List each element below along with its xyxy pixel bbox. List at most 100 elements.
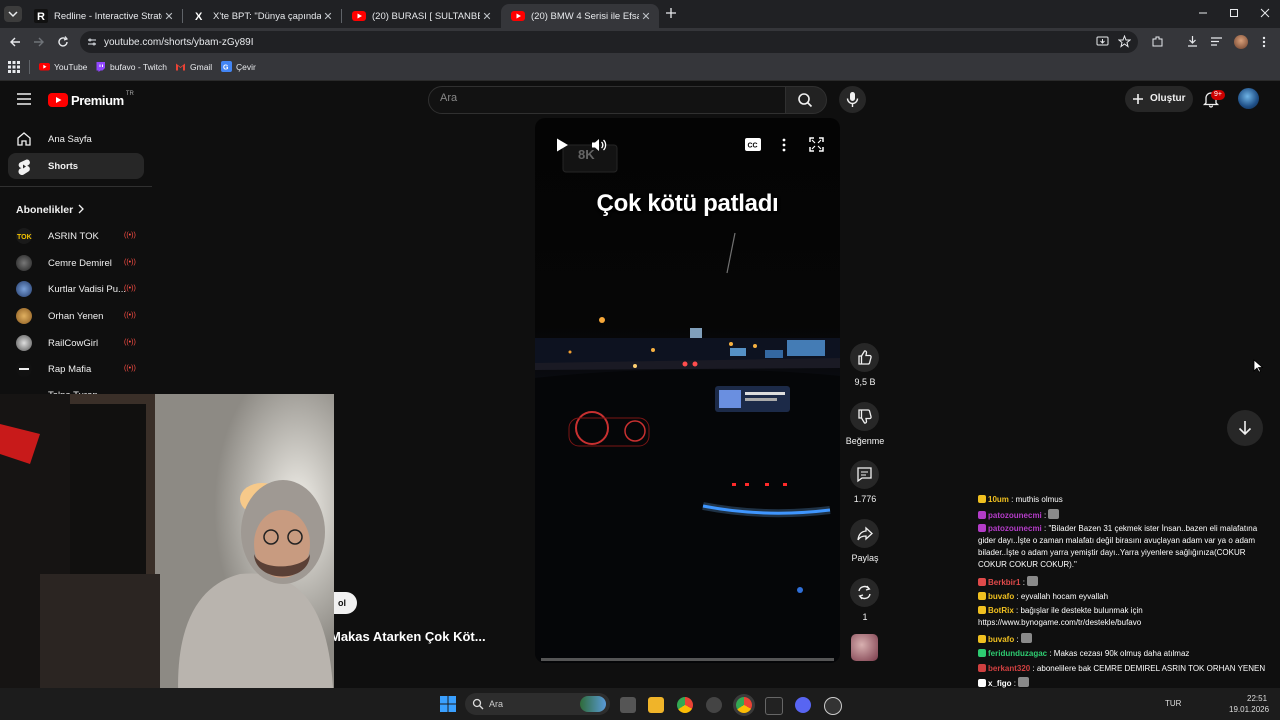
new-tab-button[interactable] [664, 6, 678, 20]
channel-avatar[interactable] [16, 335, 32, 351]
language-indicator[interactable]: TUR [1165, 699, 1181, 708]
dislike-button[interactable] [850, 402, 879, 431]
reading-list-icon[interactable] [1210, 35, 1223, 48]
channel-avatar[interactable] [16, 361, 32, 377]
window-close-button[interactable] [1258, 6, 1272, 20]
chrome-icon[interactable] [677, 697, 693, 713]
channel-avatar[interactable] [16, 255, 32, 271]
start-button[interactable] [440, 696, 456, 712]
play-button[interactable] [554, 137, 570, 153]
task-view-icon[interactable] [620, 697, 636, 713]
sidebar-item-channel[interactable]: Rap Mafia [48, 364, 91, 375]
browser-tab-3[interactable]: (20) BURASI [ SULTANBEYLİ ] D ✕ [342, 4, 500, 28]
close-tab-icon[interactable]: ✕ [162, 10, 176, 23]
sidebar-item-channel[interactable]: Kurtlar Vadisi Pu... [48, 284, 126, 295]
media-player-icon[interactable] [824, 697, 842, 715]
forward-button[interactable] [32, 35, 46, 49]
install-app-icon[interactable] [1096, 36, 1109, 48]
bookmark-translate[interactable]: G Çevir [221, 61, 256, 72]
channel-avatar[interactable]: TOK [16, 228, 32, 244]
video-title[interactable]: Makas Atarken Çok Köt... [330, 629, 486, 644]
mouse-cursor-icon [1253, 359, 1263, 373]
share-button[interactable] [850, 519, 879, 548]
steam-icon[interactable] [706, 697, 722, 713]
search-icon [472, 698, 484, 710]
extensions-icon[interactable] [1151, 35, 1164, 48]
fullscreen-button[interactable] [809, 137, 824, 152]
chat-username: patozounecmi [988, 511, 1042, 520]
downloads-icon[interactable] [1186, 35, 1199, 48]
search-icon [798, 93, 813, 108]
next-video-button[interactable] [1227, 410, 1263, 446]
url-text[interactable]: youtube.com/shorts/ybam-zGy89I [104, 37, 254, 48]
site-info-icon[interactable] [86, 36, 98, 48]
remix-icon [858, 585, 871, 600]
chat-badge-icon [978, 606, 986, 614]
redline-favicon: R [34, 9, 48, 23]
discord-icon[interactable] [795, 697, 811, 713]
window-restore-button[interactable] [1227, 6, 1241, 20]
youtube-icon [39, 63, 50, 71]
tab-list-button[interactable] [4, 6, 22, 22]
sidebar-divider [0, 186, 152, 187]
file-explorer-icon[interactable] [648, 697, 664, 713]
bookmark-youtube[interactable]: YouTube [39, 61, 87, 72]
guide-menu-button[interactable] [17, 93, 31, 105]
profile-avatar[interactable] [1234, 35, 1248, 49]
window-minimize-button[interactable] [1196, 6, 1210, 20]
browser-tab-4-active[interactable]: (20) BMW 4 Serisi ile Efsane Ma ✕ [501, 4, 659, 28]
svg-text:G: G [223, 65, 229, 72]
video-progress-bar[interactable] [541, 658, 834, 661]
chat-separator: : [1014, 592, 1021, 601]
sidebar-item-channel[interactable]: Cemre Demirel [48, 258, 112, 269]
like-button[interactable] [850, 343, 879, 372]
subscriptions-heading[interactable]: Abonelikler [16, 204, 73, 216]
sidebar-item-channel[interactable]: RailCowGirl [48, 338, 98, 349]
minimize-icon [1199, 12, 1207, 14]
close-tab-icon[interactable]: ✕ [480, 10, 494, 23]
search-box[interactable] [428, 86, 787, 114]
chat-username: buvafo [988, 592, 1015, 601]
reload-icon [58, 36, 69, 47]
reload-button[interactable] [56, 35, 70, 49]
channel-avatar[interactable] [16, 281, 32, 297]
chat-badge-icon [978, 664, 986, 672]
more-options-button[interactable] [781, 137, 787, 153]
chevron-right-icon[interactable] [77, 204, 85, 214]
browser-tab-2[interactable]: X X'te BPT: "Dünya çapındaki RAM ✕ [183, 4, 341, 28]
channel-avatar[interactable] [16, 308, 32, 324]
clock-date[interactable]: 19.01.2026 [1229, 705, 1269, 714]
browser-tab-1[interactable]: R Redline - Interactive Strategic M ✕ [24, 4, 182, 28]
tab-title: Redline - Interactive Strategic M [54, 10, 162, 22]
bookmark-twitch[interactable]: bufavo - Twitch [95, 61, 167, 72]
volume-button[interactable] [590, 137, 608, 153]
captions-button[interactable]: CC [745, 138, 761, 151]
bookmark-gmail[interactable]: Gmail [175, 61, 212, 72]
remix-button[interactable] [850, 578, 879, 607]
terminal-icon[interactable] [765, 697, 783, 715]
windows-logo-icon [440, 696, 456, 712]
close-tab-icon[interactable]: ✕ [321, 10, 335, 23]
clock-time[interactable]: 22:51 [1247, 694, 1267, 703]
chat-badge-icon [978, 495, 986, 503]
voice-search-button[interactable] [839, 86, 866, 113]
search-button[interactable] [785, 86, 827, 114]
back-button[interactable] [8, 35, 22, 49]
volume-icon [592, 139, 607, 151]
comments-button[interactable] [850, 460, 879, 489]
browser-menu-icon[interactable] [1261, 35, 1267, 49]
sidebar-item-channel[interactable]: ASRIN TOK [48, 231, 99, 242]
chat-text: eyvallah hocam eyvallah [1020, 592, 1109, 601]
apps-grid-icon[interactable] [8, 61, 20, 73]
sidebar-item-channel[interactable]: Orhan Yenen [48, 311, 103, 322]
gmail-icon [176, 63, 185, 71]
bookmark-star-icon[interactable] [1118, 35, 1131, 48]
chat-badge-icon [978, 592, 986, 600]
chat-separator: : [1020, 578, 1028, 587]
youtube-premium-logo[interactable]: Premium TR [48, 91, 138, 109]
close-tab-icon[interactable]: ✕ [639, 10, 653, 23]
chrome-active-icon[interactable] [736, 697, 752, 713]
live-icon: ((•)) [124, 285, 136, 292]
account-avatar[interactable] [1238, 88, 1259, 109]
sound-thumbnail[interactable] [851, 634, 878, 661]
